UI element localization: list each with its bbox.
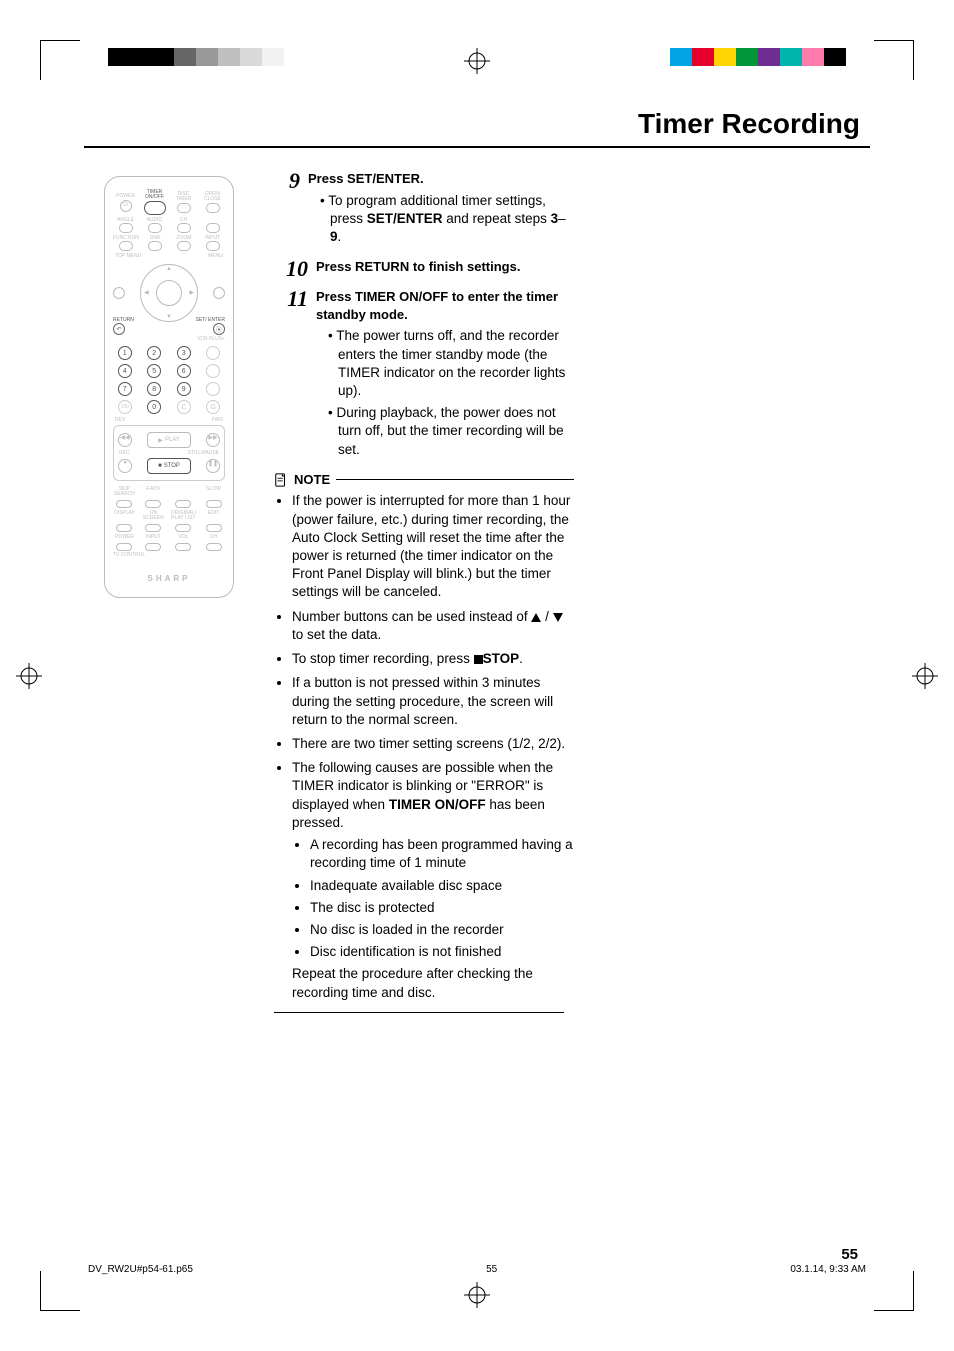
step-number-11: 11 (274, 288, 308, 463)
remote-illustration: POWER⏻ TIMER ON/OFF DISC TIMER OPEN/ CLO… (104, 176, 234, 598)
footer-page: 55 (486, 1264, 497, 1275)
note-sub-item: The disc is protected (310, 899, 574, 917)
remote-label-rec: REC (119, 450, 130, 456)
footer: DV_RW2U#p54-61.p65 55 03.1.14, 9:33 AM (84, 1264, 870, 1275)
crop-mark (874, 40, 914, 80)
remote-label-play: PLAY (165, 437, 180, 443)
step-number-10: 10 (274, 258, 308, 280)
remote-label-onscreen: ON SCREEN (142, 511, 165, 521)
crop-mark (40, 1271, 80, 1311)
remote-label-fwd: FWD (212, 418, 223, 423)
remote-label-edit: EDIT (202, 511, 225, 521)
note-list: If the power is interrupted for more tha… (274, 492, 574, 1001)
note-label: NOTE (294, 471, 330, 489)
note-rule (336, 479, 574, 480)
remote-label-fadv: F.ADV (142, 487, 165, 497)
remote-label-menu: MENU (208, 254, 223, 259)
step-10-heading: Press RETURN to finish settings. (316, 258, 574, 276)
remote-label-slow: SLOW (202, 487, 225, 497)
note-item: If the power is interrupted for more tha… (292, 492, 574, 601)
remote-label-skip: SKIP SEARCH (113, 487, 136, 497)
up-triangle-icon (531, 613, 541, 622)
remote-label-vol: VOL (171, 535, 196, 540)
remote-label-power: POWER (113, 194, 138, 199)
remote-label-tvch: CH (202, 535, 225, 540)
remote-label-open: OPEN/ CLOSE (200, 192, 225, 202)
remote-label-angle: ANGLE (113, 218, 138, 223)
remote-label-topmenu: TOP MENU (115, 254, 141, 259)
step-11-bullet-1: The power turns off, and the recorder en… (328, 327, 574, 400)
note-item-tail: Repeat the procedure after checking the … (292, 965, 574, 1001)
return-button-icon: ↶ (113, 323, 125, 335)
remote-label-vcrplus: VCR PLUS+ (113, 337, 225, 342)
remote-label-stop: STOP (164, 463, 180, 469)
remote-label-audio: AUDIO (142, 218, 167, 223)
remote-label-disc: DISC TIMER (171, 192, 196, 202)
registration-mark-icon (912, 663, 938, 689)
step-11-heading: Press TIMER ON/OFF to enter the timer st… (316, 288, 574, 323)
remote-label-timer: TIMER ON/OFF (142, 190, 167, 200)
remote-label-tvinput: INPUT (142, 535, 165, 540)
note-sub-item: A recording has been programmed having a… (310, 836, 574, 872)
page-number: 55 (841, 1246, 858, 1263)
down-triangle-icon (553, 613, 563, 622)
color-bar-right (670, 48, 846, 66)
crop-mark (40, 40, 80, 80)
footer-date: 03.1.14, 9:33 AM (790, 1264, 866, 1275)
remote-label-tvpower: POWER (113, 535, 136, 540)
note-item: To stop timer recording, press STOP. (292, 650, 574, 668)
end-rule (274, 1012, 564, 1013)
note-item: If a button is not pressed within 3 minu… (292, 674, 574, 729)
footer-file: DV_RW2U#p54-61.p65 (88, 1264, 193, 1275)
note-sub-item: Inadequate available disc space (310, 877, 574, 895)
stop-square-icon (474, 655, 483, 664)
remote-label-ch: CH (171, 218, 196, 223)
note-sub-item: No disc is loaded in the recorder (310, 921, 574, 939)
page-title: Timer Recording (84, 108, 870, 148)
crop-mark (874, 1271, 914, 1311)
note-item: The following causes are possible when t… (292, 759, 574, 1002)
step-11-bullet-2: During playback, the power does not turn… (328, 404, 574, 459)
note-sub-item: Disc identification is not finished (310, 943, 574, 961)
registration-mark-icon (16, 663, 42, 689)
note-item: Number buttons can be used instead of / … (292, 608, 574, 644)
registration-mark-icon (464, 1282, 490, 1308)
remote-label-rev: REV (115, 418, 125, 423)
transport-controls: ◀◀ ▶ PLAY ▶▶ REC STILL/PAUSE ● ■ STOP ❚❚ (113, 425, 225, 481)
remote-label-input: INPUT (200, 236, 225, 241)
remote-label-zoom: ZOOM (172, 236, 197, 241)
color-bar-left (108, 48, 284, 66)
step-number-9: 9 (274, 170, 300, 250)
remote-label-dnr: DNR (143, 236, 168, 241)
remote-label-function: FUNCTION (113, 236, 139, 241)
remote-label-display: DISPLAY (113, 511, 136, 521)
remote-brand: SHARP (113, 574, 225, 583)
remote-label-still: STILL/PAUSE (188, 450, 219, 456)
step-9-bullet: To program additional timer settings, pr… (320, 192, 574, 247)
remote-label-tvcontrol: TV CONTROL (113, 553, 225, 558)
set-enter-button-icon: ⦿ (213, 323, 225, 335)
step-9-heading: Press SET/ENTER. (308, 170, 574, 188)
note-item: There are two timer setting screens (1/2… (292, 735, 574, 753)
dpad-icon: ▲ ▼ ◀ ▶ (140, 264, 198, 322)
registration-mark-icon (464, 48, 490, 74)
note-icon (274, 473, 288, 487)
number-pad: 123 456 789 1000CG (113, 346, 225, 414)
remote-label-original: ORIGINAL/ PLAY LIST (171, 511, 196, 521)
